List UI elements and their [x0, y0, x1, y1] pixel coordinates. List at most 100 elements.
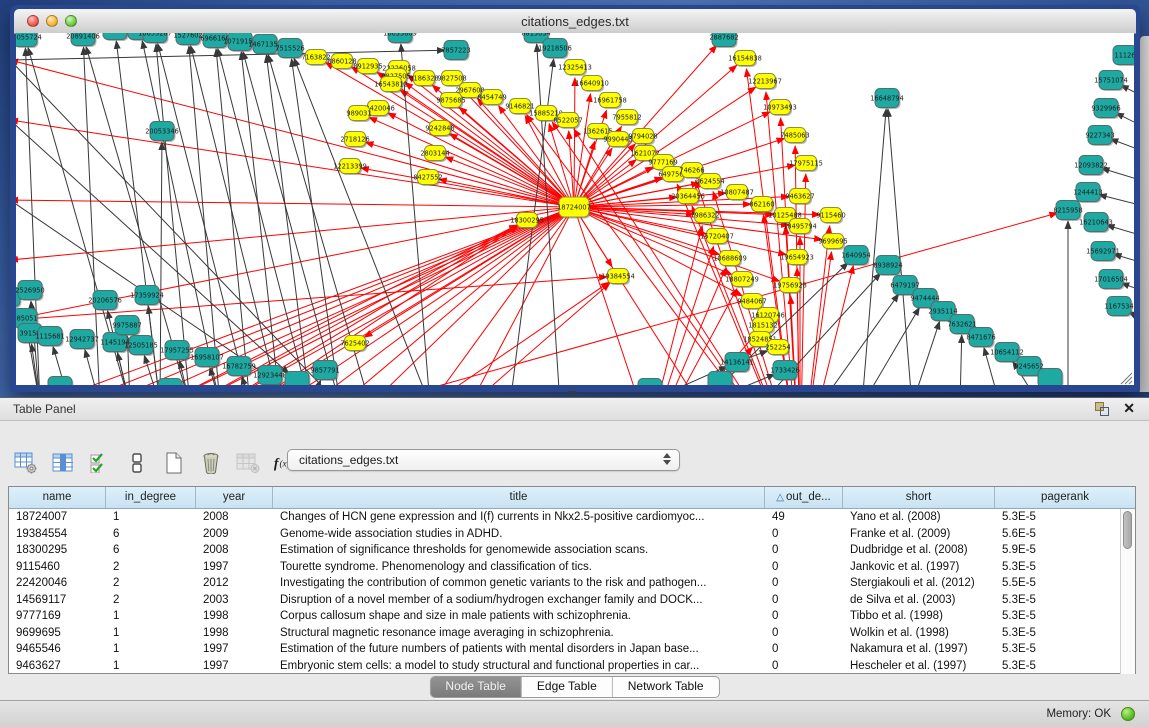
table-settings-icon[interactable] [14, 451, 38, 475]
table-cell[interactable]: 19384554 [9, 526, 106, 543]
graph-edge[interactable] [640, 289, 737, 385]
table-selector-dropdown[interactable]: citations_edges.txt [287, 449, 680, 471]
table-cell[interactable]: 1997 [196, 658, 273, 675]
table-cell[interactable]: Structural magnetic resonance image aver… [273, 625, 765, 642]
graph-edge[interactable] [800, 174, 806, 385]
table-cell[interactable]: 1998 [196, 625, 273, 642]
table-row[interactable]: 2242004622012Investigating the contribut… [9, 575, 1135, 592]
table-cell[interactable]: 6 [106, 542, 196, 559]
table-cell[interactable]: Nakamura et al. (1997) [843, 641, 995, 658]
table-cell[interactable]: 1 [106, 608, 196, 625]
graph-node[interactable] [285, 372, 309, 386]
table-cell[interactable]: 1 [106, 625, 196, 642]
table-cell[interactable]: Estimation of significance thresholds fo… [273, 542, 765, 559]
table-cell[interactable]: Stergiakouli et al. (2012) [843, 575, 995, 592]
table-cell[interactable]: 2 [106, 575, 196, 592]
tab-node-table[interactable]: Node Table [430, 677, 521, 697]
table-cell[interactable]: 0 [765, 625, 843, 642]
table-cell[interactable]: 5.3E-5 [995, 592, 1135, 609]
graph-edge[interactable] [574, 78, 575, 207]
table-cell[interactable]: 5.6E-5 [995, 526, 1135, 543]
table-row[interactable]: 1830029562008Estimation of significance … [9, 542, 1135, 559]
tab-edge-table[interactable]: Edge Table [521, 677, 612, 697]
graph-edge[interactable] [445, 157, 574, 207]
table-cell[interactable]: 5.3E-5 [995, 625, 1135, 642]
table-cell[interactable]: 22420046 [9, 575, 106, 592]
column-header-short[interactable]: short [843, 487, 995, 508]
graph-edge[interactable] [220, 207, 574, 385]
table-row[interactable]: 977716911998Corpus callosum shape and si… [9, 608, 1135, 625]
table-row[interactable]: 946362711997Embryonic stem cells: a mode… [9, 658, 1135, 675]
table-cell[interactable]: 0 [765, 575, 843, 592]
table-cell[interactable]: 0 [765, 658, 843, 675]
table-cell[interactable]: 2009 [196, 526, 273, 543]
network-window[interactable]: citations_edges.txt 18724007716382288601… [10, 5, 1140, 392]
table-cell[interactable]: 0 [765, 641, 843, 658]
table-cell[interactable]: 5.3E-5 [995, 608, 1135, 625]
table-cell[interactable]: 5.3E-5 [995, 559, 1135, 576]
column-header-pagerank[interactable]: pagerank [995, 487, 1135, 508]
table-cell[interactable]: Investigating the contribution of common… [273, 575, 765, 592]
table-cell[interactable]: Dudbridge et al. (2008) [843, 542, 995, 559]
float-panel-icon[interactable] [1095, 402, 1109, 415]
graph-edge[interactable] [888, 109, 912, 385]
scrollbar-thumb[interactable] [1123, 511, 1132, 549]
resize-grip[interactable] [1121, 373, 1132, 384]
table-cell[interactable]: 14569117 [9, 592, 106, 609]
table-cell[interactable]: 18724007 [9, 509, 106, 526]
table-cell[interactable]: Genome-wide association studies in ADHD. [273, 526, 765, 543]
table-cell[interactable]: 2012 [196, 575, 273, 592]
table-cell[interactable]: 49 [765, 509, 843, 526]
table-cell[interactable]: 9463627 [9, 658, 106, 675]
select-columns-icon[interactable] [88, 451, 112, 475]
table-row[interactable]: 969969511998Structural magnetic resonanc… [9, 625, 1135, 642]
graph-edge[interactable] [1110, 139, 1134, 150]
graph-edge[interactable] [470, 283, 610, 385]
table-cell[interactable]: 0 [765, 608, 843, 625]
graph-edge[interactable] [16, 207, 574, 260]
table-cell[interactable]: Tibbo et al. (1998) [843, 608, 995, 625]
tab-network-table[interactable]: Network Table [612, 677, 719, 697]
column-visibility-icon[interactable] [51, 451, 75, 475]
table-cell[interactable]: de Silva et al. (2003) [843, 592, 995, 609]
graph-edge[interactable] [1102, 168, 1134, 180]
graph-node[interactable] [708, 372, 732, 386]
table-cell[interactable]: 6 [106, 526, 196, 543]
graph-edge[interactable] [142, 41, 220, 385]
column-header-out_de[interactable]: △out_de... [765, 487, 843, 508]
table-cell[interactable]: 1 [106, 641, 196, 658]
graph-edge[interactable] [800, 252, 831, 385]
table-cell[interactable]: 2 [106, 559, 196, 576]
table-cell[interactable]: 0 [765, 559, 843, 576]
table-cell[interactable]: 5.3E-5 [995, 658, 1135, 675]
table-cell[interactable]: Wolkin et al. (1998) [843, 625, 995, 642]
graph-edge[interactable] [16, 50, 445, 60]
network-window-titlebar[interactable]: citations_edges.txt [14, 9, 1136, 34]
table-cell[interactable]: Yano et al. (2008) [843, 509, 995, 526]
citation-network-graph[interactable]: 1872400771638228860128891293522226058982… [16, 33, 1134, 385]
graph-edge[interactable] [862, 307, 919, 385]
table-cell[interactable]: 5.3E-5 [995, 641, 1135, 658]
table-cell[interactable]: Hescheler et al. (1997) [843, 658, 995, 675]
column-header-title[interactable]: title [273, 487, 765, 508]
splitpane-collapse-handle[interactable] [567, 391, 577, 396]
graph-node[interactable] [158, 379, 182, 386]
table-cell[interactable]: 2008 [196, 542, 273, 559]
table-cell[interactable]: 9465546 [9, 641, 106, 658]
table-cell[interactable]: Jankovic et al. (1997) [843, 559, 995, 576]
delete-column-icon[interactable] [199, 451, 223, 475]
graph-edge[interactable] [1099, 195, 1134, 205]
table-cell[interactable]: 5.3E-5 [995, 509, 1135, 526]
vertical-scrollbar[interactable] [1120, 509, 1135, 674]
table-cell[interactable]: 1997 [196, 641, 273, 658]
table-row[interactable]: 946554611997Estimation of the future num… [9, 641, 1135, 658]
table-panel-header[interactable]: Table Panel ✕ [0, 398, 1149, 421]
column-header-year[interactable]: year [196, 487, 273, 508]
table-cell[interactable]: Franke et al. (2009) [843, 526, 995, 543]
table-cell[interactable]: Estimation of the future numbers of pati… [273, 641, 765, 658]
graph-edge[interactable] [369, 117, 574, 207]
graph-edge[interactable] [569, 131, 574, 207]
graph-edge[interactable] [574, 207, 780, 281]
create-column-icon[interactable] [162, 451, 186, 475]
table-cell[interactable]: 5.9E-5 [995, 542, 1135, 559]
